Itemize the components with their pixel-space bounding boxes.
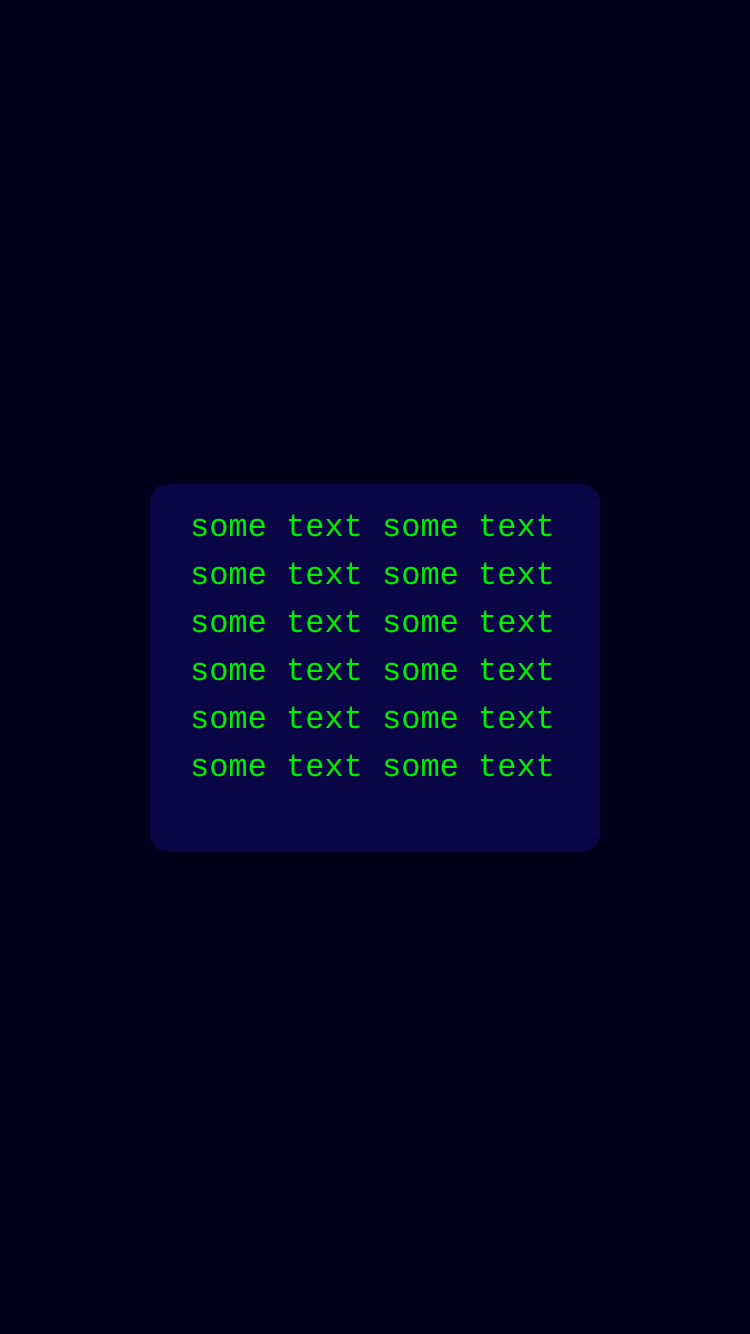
text-line: some text some text — [190, 605, 555, 642]
text-card: some text some text some text some text … — [150, 484, 600, 852]
text-line: some text some text — [190, 749, 555, 786]
text-line: some text some text — [190, 509, 555, 546]
text-line: some text some text — [190, 653, 555, 690]
text-line: some text some text — [190, 557, 555, 594]
text-lines: some text some text some text some text … — [190, 504, 560, 792]
text-line: some text some text — [190, 701, 555, 738]
